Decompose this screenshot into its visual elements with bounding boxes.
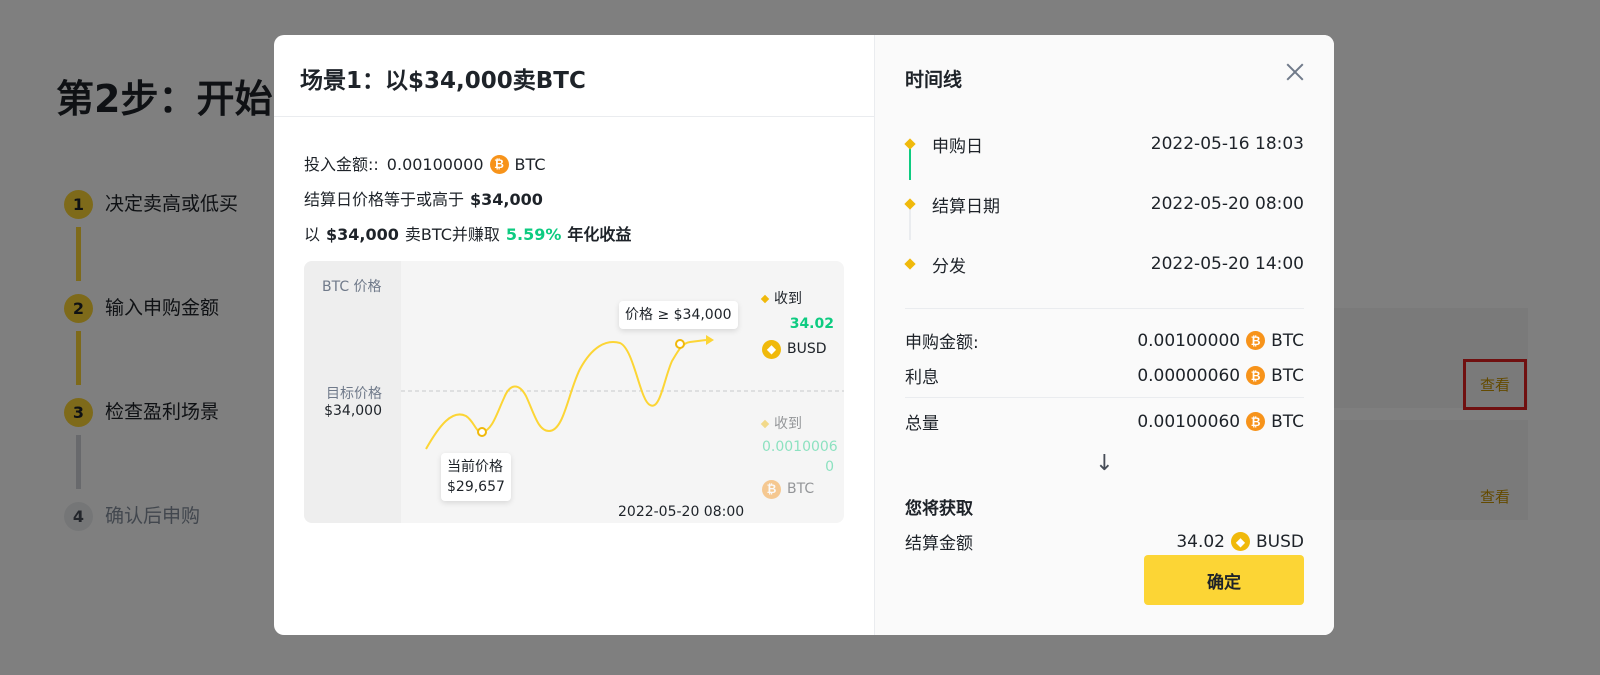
timeline: 申购日 2022-05-16 18:03 结算日期 2022-05-20 08:… (904, 114, 1304, 294)
condition-line: 结算日价格等于或高于 $34,000 (304, 182, 844, 217)
curve-arrow-icon (706, 335, 714, 345)
btc-icon: ₿ (1246, 366, 1266, 385)
receive-btc-amount-line-2: 0 (825, 459, 834, 475)
subscribe-amount-row: 申购金额: 0.00100000 ₿ BTC (905, 323, 1304, 358)
interest-row: 利息 0.00000060 ₿ BTC (905, 358, 1304, 393)
divider (905, 397, 1304, 398)
total-row: 总量 0.00100060 ₿ BTC (905, 404, 1304, 439)
current-price-value: $29,657 (447, 479, 505, 495)
settle-coin: BUSD (1256, 531, 1304, 552)
btc-icon: ₿ (1246, 412, 1266, 431)
diamond-icon (904, 258, 916, 270)
receive-busd: 收到 34.02 ◆ BUSD (760, 287, 834, 362)
receive-busd-amount: 34.02 (789, 316, 834, 332)
target-price-value: $34,000 (324, 403, 382, 419)
above-target-tooltip: 价格 ≥ $34,000 (619, 301, 738, 329)
invest-amount: 0.00100000 (386, 155, 484, 174)
target-price-label: 目标价格 (326, 386, 382, 402)
receive-busd-coin: BUSD (787, 341, 827, 357)
yield-line: 以 $34,000 卖BTC并赚取 5.59% 年化收益 (304, 217, 844, 252)
diamond-icon (904, 138, 916, 150)
timeline-item-subscribe: 申购日 2022-05-16 18:03 (904, 114, 1304, 174)
scenario-panel: 场景1：以$34,000卖BTC 投入金额:: 0.00100000 ₿ BTC… (274, 35, 874, 635)
sell-prefix: 以 (304, 225, 321, 244)
settle-amount-row: 结算金额 34.02 ◆ BUSD (905, 524, 1304, 559)
diamond-icon (760, 419, 770, 429)
close-icon[interactable] (1284, 61, 1306, 83)
receive-label: 收到 (774, 416, 802, 432)
busd-icon: ◆ (762, 340, 781, 359)
timeline-label: 申购日 (932, 136, 983, 157)
receive-title: 您将获取 (905, 499, 973, 519)
timeline-item-settlement: 结算日期 2022-05-20 08:00 (904, 174, 1304, 234)
interest-label: 利息 (905, 368, 939, 388)
coin-label: BTC (1271, 411, 1304, 432)
scenario-info: 投入金额:: 0.00100000 ₿ BTC 结算日价格等于或高于 $34,0… (274, 117, 874, 252)
diamond-icon (904, 198, 916, 210)
receive-btc: 收到 0.0010006 0 ₿ BTC (760, 412, 838, 502)
timeline-panel: 时间线 申购日 2022-05-16 18:03 结算日期 2022-05-20… (874, 35, 1334, 635)
timeline-time: 2022-05-16 18:03 (1150, 134, 1304, 154)
timeline-label: 结算日期 (932, 196, 1000, 217)
invest-label: 投入金额:: (304, 155, 379, 174)
current-price-label: 当前价格 (447, 459, 503, 475)
settlement-date-label: 2022-05-20 08:00 (618, 504, 745, 520)
total-label: 总量 (905, 414, 939, 434)
apy-value: 5.59% (505, 225, 562, 244)
timeline-time: 2022-05-20 14:00 (1150, 254, 1304, 274)
btc-icon: ₿ (762, 480, 781, 499)
receive-btc-amount: 0.0010006 0 (762, 437, 838, 477)
scenario-modal: 场景1：以$34,000卖BTC 投入金额:: 0.00100000 ₿ BTC… (274, 35, 1334, 635)
sell-price: $34,000 (326, 225, 399, 244)
sell-middle: 卖BTC并赚取 (404, 225, 500, 244)
modal-title: 场景1：以$34,000卖BTC (274, 35, 874, 117)
interest-value: 0.00000060 (1137, 365, 1241, 386)
total-value: 0.00100060 (1137, 411, 1241, 432)
apy-suffix: 年化收益 (567, 225, 632, 244)
diamond-icon (760, 294, 770, 304)
current-price-point (477, 427, 487, 437)
settle-price-point (675, 339, 685, 349)
busd-icon: ◆ (1231, 532, 1250, 551)
current-price-tooltip: 当前价格 $29,657 (441, 453, 511, 501)
arrow-down-icon: ↓ (1095, 451, 1114, 476)
settle-value: 34.02 (1176, 531, 1225, 552)
receive-btc-coin: BTC (787, 481, 815, 497)
btc-icon: ₿ (1246, 331, 1266, 350)
divider (905, 308, 1304, 309)
subscribe-value: 0.00100000 (1137, 330, 1241, 351)
settle-label: 结算金额 (905, 534, 973, 554)
price-scenario-chart: BTC 价格 目标价格 $34,000 当前价格 $29,657 价格 ≥ $3… (304, 261, 844, 523)
price-curve (425, 339, 707, 450)
timeline-time: 2022-05-20 08:00 (1150, 194, 1304, 214)
receive-btc-amount-line-1: 0.0010006 (762, 439, 838, 455)
timeline-title: 时间线 (905, 69, 963, 91)
y-axis-title: BTC 价格 (322, 279, 382, 295)
condition-text: 结算日价格等于或高于 (304, 190, 465, 209)
subscribe-label: 申购金额: (905, 333, 979, 353)
timeline-item-distribution: 分发 2022-05-20 14:00 (904, 234, 1304, 294)
coin-label: BTC (1271, 365, 1304, 386)
timeline-label: 分发 (932, 256, 966, 277)
confirm-button[interactable]: 确定 (1144, 555, 1304, 605)
condition-price: $34,000 (470, 190, 543, 209)
coin-label: BTC (1271, 330, 1304, 351)
btc-icon: ₿ (489, 155, 509, 174)
invest-line: 投入金额:: 0.00100000 ₿ BTC (304, 147, 844, 182)
receive-label: 收到 (774, 291, 802, 307)
invest-coin: BTC (514, 155, 546, 174)
